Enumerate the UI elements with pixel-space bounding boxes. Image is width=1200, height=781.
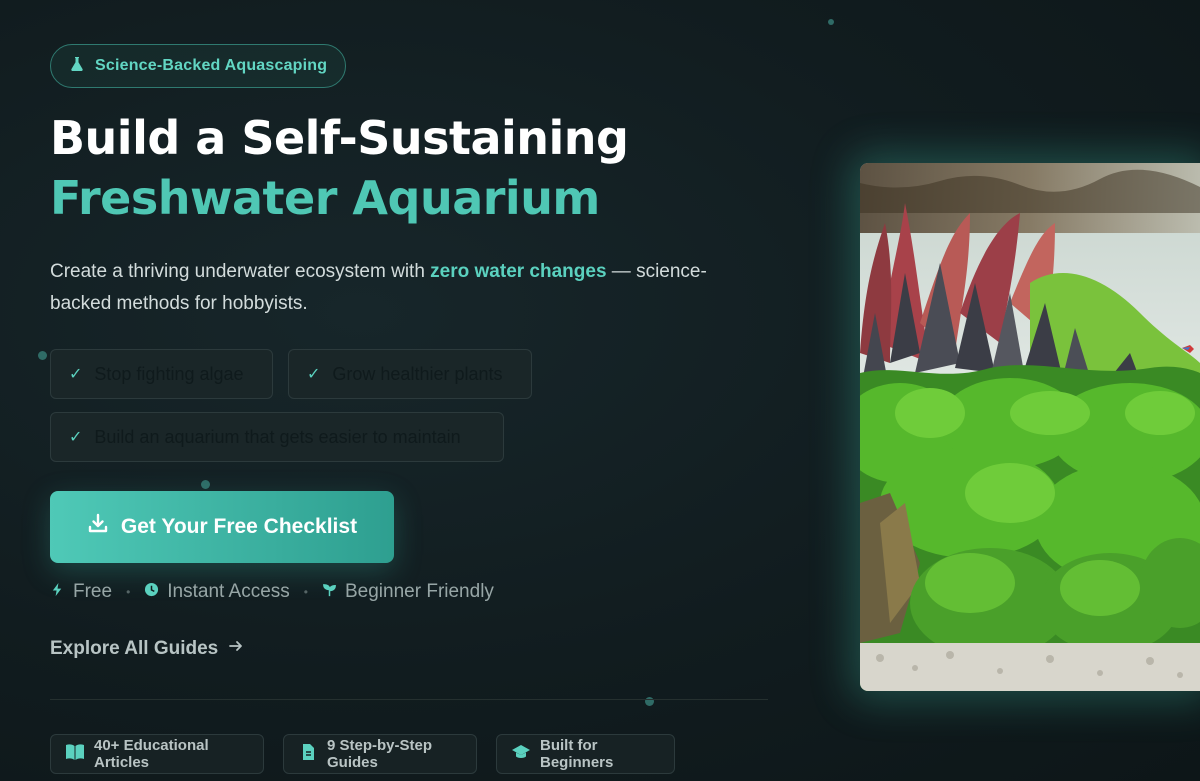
meta-free: Free (73, 581, 113, 602)
stat-label: 9 Step-by-Step Guides (327, 737, 433, 771)
check-icon: ✓ (69, 366, 83, 383)
benefit-label: Build an aquarium that gets easier to ma… (94, 426, 461, 447)
explore-label: Explore All Guides (50, 638, 219, 659)
aquarium-image (860, 163, 1200, 691)
get-checklist-button[interactable]: Get Your Free Checklist (50, 491, 394, 563)
flask-icon (69, 56, 85, 77)
benefit-label: Stop fighting algae (94, 363, 244, 384)
decorative-dot (201, 480, 210, 489)
graduation-cap-icon (511, 743, 531, 765)
benefit-pill: ✓ Build an aquarium that gets easier to … (50, 412, 504, 462)
book-icon (65, 743, 85, 765)
stat-label: Built for Beginners (540, 737, 614, 771)
arrow-right-icon (228, 638, 244, 660)
benefit-pill: ✓ Stop fighting algae (50, 349, 273, 399)
science-badge: Science-Backed Aquascaping (50, 44, 346, 88)
decorative-dot (38, 351, 47, 360)
stat-articles: 40+ Educational Articles (50, 734, 264, 774)
hero-title-line1: Build a Self-Sustaining (50, 111, 629, 165)
cta-label: Get Your Free Checklist (120, 515, 358, 538)
bolt-icon (50, 581, 65, 603)
hero-title: Build a Self-Sustaining Freshwater Aquar… (50, 108, 770, 228)
stat-beginners: Built for Beginners (496, 734, 675, 774)
benefit-pill: ✓ Grow healthier plants (288, 349, 532, 399)
badge-label: Science-Backed Aquascaping (95, 57, 328, 74)
benefit-label: Grow healthier plants (332, 363, 503, 384)
explore-guides-link[interactable]: Explore All Guides (50, 638, 244, 660)
stat-label: 40+ Educational Articles (94, 737, 209, 771)
decorative-dot (828, 19, 834, 25)
hero-subtitle: Create a thriving underwater ecosystem w… (50, 256, 710, 320)
check-icon: ✓ (307, 366, 321, 383)
clock-icon (144, 581, 159, 603)
meta-beginner: Beginner Friendly (345, 581, 494, 602)
separator-dot: • (303, 585, 308, 599)
sprout-icon (322, 581, 337, 603)
stat-guides: 9 Step-by-Step Guides (283, 734, 477, 774)
meta-instant: Instant Access (167, 581, 290, 602)
check-icon: ✓ (69, 429, 83, 446)
subtitle-highlight: zero water changes (430, 261, 607, 282)
separator-dot: • (126, 585, 131, 599)
section-divider (50, 699, 768, 700)
hero-title-line2: Freshwater Aquarium (50, 171, 600, 225)
document-icon (298, 743, 318, 765)
subtitle-text: Create a thriving underwater ecosystem w… (50, 261, 431, 282)
download-icon (87, 513, 109, 541)
offer-meta: Free • Instant Access • Beginner Friendl… (50, 580, 494, 604)
